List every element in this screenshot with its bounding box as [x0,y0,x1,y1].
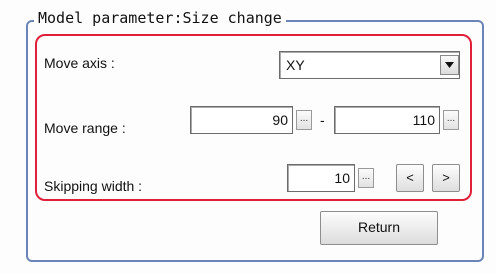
skipping-width-label: Skipping width : [44,178,143,194]
decrement-button[interactable]: < [396,164,424,192]
group-title: Model parameter:Size change [34,9,286,27]
move-range-min-input[interactable]: 90 [190,106,293,134]
move-axis-label: Move axis : [44,55,115,71]
move-range-label: Move range : [44,120,126,136]
move-axis-value: XY [286,57,305,73]
chevron-down-icon[interactable] [440,55,459,75]
skipping-width-edit-button[interactable]: ... [358,168,374,188]
move-range-max-input[interactable]: 110 [334,106,440,134]
move-range-min-edit-button[interactable]: ... [296,110,312,130]
move-axis-select[interactable]: XY [279,51,460,79]
range-separator: - [320,112,325,128]
return-button[interactable]: Return [320,211,438,245]
increment-button[interactable]: > [432,164,460,192]
skipping-width-input[interactable]: 10 [287,164,355,192]
move-range-max-edit-button[interactable]: ... [443,110,459,130]
